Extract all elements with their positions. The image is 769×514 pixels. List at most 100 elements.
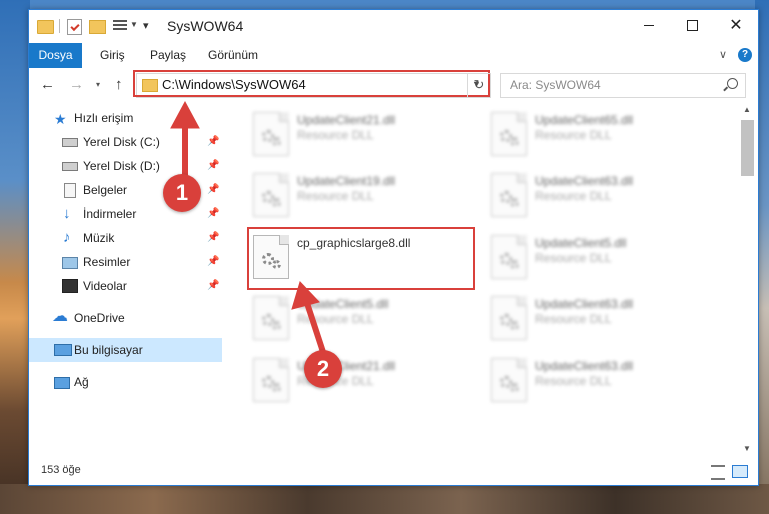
file-name: UpdateClient63.dll [535, 174, 634, 188]
pin-icon[interactable]: 📌 [207, 202, 219, 226]
search-icon[interactable] [727, 78, 738, 89]
pin-icon[interactable]: 📌 [207, 226, 219, 250]
sidebar-item-videos[interactable]: Videolar 📌 [29, 274, 222, 298]
file-item[interactable]: UpdateClient63.dll Resource DLL [487, 167, 712, 223]
dll-file-icon [253, 173, 289, 217]
tab-paylas[interactable]: Paylaş [150, 43, 186, 68]
file-name: UpdateClient21.dll [297, 113, 396, 127]
pin-icon[interactable]: 📌 [207, 130, 219, 154]
sidebar-item-label: OneDrive [74, 311, 125, 325]
videos-icon [62, 279, 78, 293]
documents-icon [64, 183, 76, 198]
pin-icon[interactable]: 📌 [207, 274, 219, 298]
sidebar-item-label: Hızlı erişim [74, 111, 134, 125]
minimize-button[interactable] [626, 10, 672, 41]
file-explorer-window: ▼ ▾ SysWOW64 ✕ Dosya Giriş Paylaş Görünü… [28, 9, 759, 486]
sidebar-item-label: Belgeler [83, 183, 128, 197]
properties-icon[interactable] [67, 19, 82, 35]
navigation-pane: ★ Hızlı erişim Yerel Disk (C:) 📌 Yerel D… [29, 106, 229, 456]
scroll-up-icon[interactable]: ▲ [743, 105, 751, 114]
file-item[interactable]: UpdateClient21.dll Resource DLL [249, 352, 474, 408]
file-type: Resource DLL [535, 374, 612, 388]
details-view-icon[interactable] [711, 465, 725, 480]
sidebar-item-quick-access[interactable]: ★ Hızlı erişim [29, 106, 222, 130]
dll-file-icon [253, 358, 289, 402]
forward-button[interactable]: → [69, 76, 84, 93]
sidebar-item-label: Yerel Disk (D:) [83, 159, 160, 173]
file-type: Resource DLL [535, 312, 612, 326]
file-item[interactable]: UpdateClient5.dll Resource DLL [487, 229, 712, 285]
disk-icon [62, 162, 78, 171]
star-icon: ★ [54, 111, 67, 127]
computer-icon [54, 344, 72, 356]
address-highlight-box [133, 70, 490, 97]
sidebar-item-network[interactable]: Ağ [29, 370, 222, 394]
search-placeholder: Ara: SysWOW64 [510, 78, 601, 92]
file-item[interactable]: UpdateClient63.dll Resource DLL [487, 290, 712, 346]
step-marker-1: 1 [163, 174, 201, 212]
sidebar-item-label: Bu bilgisayar [74, 343, 143, 357]
tab-gorunum[interactable]: Görünüm [208, 43, 258, 68]
view-options-icon[interactable] [113, 20, 127, 33]
folder-icon [37, 20, 54, 34]
music-icon: ♪ [63, 229, 71, 246]
file-name: UpdateClient65.dll [535, 113, 634, 127]
file-name: UpdateClient19.dll [297, 174, 396, 188]
sidebar-item-this-pc[interactable]: Bu bilgisayar [29, 338, 222, 362]
item-count: 153 öğe [41, 464, 81, 476]
new-folder-icon[interactable] [89, 20, 106, 34]
sidebar-item-label: Resimler [83, 255, 131, 269]
dll-file-icon [491, 173, 527, 217]
pin-icon[interactable]: 📌 [207, 250, 219, 274]
recent-locations-icon[interactable]: ▾ [96, 80, 100, 89]
search-input[interactable]: Ara: SysWOW64 [500, 73, 746, 98]
customize-toolbar-icon[interactable]: ▾ [143, 19, 149, 35]
refresh-button[interactable]: ↻ [467, 73, 491, 98]
dll-file-icon [491, 358, 527, 402]
help-icon[interactable]: ? [738, 48, 752, 62]
close-button[interactable]: ✕ [713, 10, 759, 41]
desktop-background-left [0, 0, 30, 514]
tab-giris[interactable]: Giriş [100, 43, 125, 68]
dll-file-icon [491, 296, 527, 340]
pictures-icon [62, 257, 78, 269]
pin-icon[interactable]: 📌 [207, 154, 219, 178]
disk-icon [62, 138, 78, 147]
file-item[interactable]: UpdateClient63.dll Resource DLL [487, 352, 712, 408]
file-item[interactable]: UpdateClient19.dll Resource DLL [249, 167, 474, 223]
sidebar-item-label: İndirmeler [83, 207, 137, 221]
pin-icon[interactable]: 📌 [207, 178, 219, 202]
scroll-thumb[interactable] [741, 120, 754, 176]
sidebar-item-local-disk-d[interactable]: Yerel Disk (D:) 📌 [29, 154, 222, 178]
large-icons-view-icon[interactable] [732, 465, 748, 478]
window-title: SysWOW64 [167, 18, 244, 34]
expand-ribbon-icon[interactable]: ∨ [719, 48, 727, 61]
sidebar-item-local-disk-c[interactable]: Yerel Disk (C:) 📌 [29, 130, 222, 154]
maximize-button[interactable] [669, 10, 715, 41]
sidebar-item-label: Yerel Disk (C:) [83, 135, 160, 149]
dll-file-icon [491, 235, 527, 279]
file-item[interactable]: UpdateClient5.dll Resource DLL [249, 290, 474, 346]
sidebar-item-label: Müzik [83, 231, 115, 245]
file-type: Resource DLL [297, 128, 374, 142]
network-icon [54, 377, 70, 389]
file-item[interactable]: UpdateClient65.dll Resource DLL [487, 106, 712, 162]
sidebar-item-pictures[interactable]: Resimler 📌 [29, 250, 222, 274]
status-bar: 153 öğe [29, 459, 758, 483]
desktop-background-bottom [0, 484, 769, 514]
minimize-icon [644, 25, 654, 27]
tab-dosya[interactable]: Dosya [29, 43, 82, 68]
scroll-down-icon[interactable]: ▼ [743, 444, 751, 453]
title-bar: ▼ ▾ SysWOW64 ✕ [29, 10, 758, 43]
close-icon: ✕ [729, 17, 743, 34]
file-name: UpdateClient63.dll [535, 297, 634, 311]
onedrive-icon: ☁ [52, 308, 68, 325]
quick-access-dropdown-icon[interactable]: ▼ [130, 20, 138, 36]
vertical-scrollbar[interactable]: ▲ ▼ [739, 102, 756, 457]
file-item[interactable]: UpdateClient21.dll Resource DLL [249, 106, 474, 162]
up-button[interactable]: ↑ [115, 76, 123, 93]
file-type: Resource DLL [535, 189, 612, 203]
back-button[interactable]: ← [40, 76, 55, 93]
sidebar-item-onedrive[interactable]: ☁ OneDrive [29, 306, 222, 330]
sidebar-item-music[interactable]: ♪ Müzik 📌 [29, 226, 222, 250]
